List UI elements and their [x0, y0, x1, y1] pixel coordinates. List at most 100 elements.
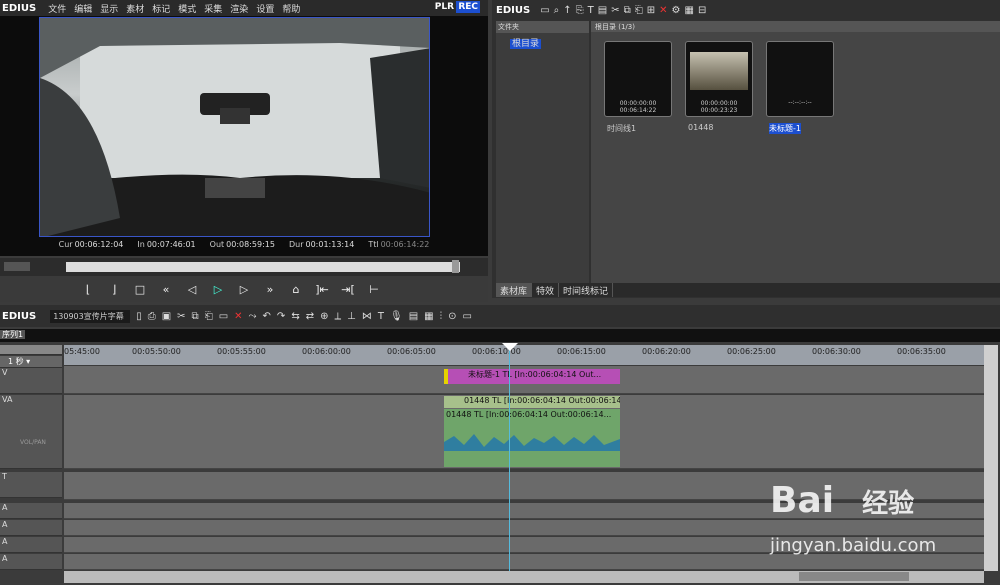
title-clip[interactable]: 未标题-1 TL [In:00:06:04:14 Out... — [444, 369, 620, 384]
menu-edit[interactable]: 编辑 — [70, 2, 96, 15]
set-in-out-icon[interactable]: ⇆ — [291, 311, 299, 322]
menu-view[interactable]: 显示 — [96, 2, 122, 15]
playhead-marker[interactable] — [502, 343, 518, 351]
title-icon[interactable]: T — [378, 311, 384, 322]
menu-capture[interactable]: 采集 — [200, 2, 226, 15]
plr-toggle[interactable]: PLR — [435, 2, 454, 12]
track-header-a3[interactable]: A — [0, 537, 62, 553]
stop-icon[interactable]: □ — [130, 283, 150, 296]
paste-icon[interactable]: ⎗ — [205, 311, 213, 322]
rewind-icon[interactable]: « — [156, 283, 176, 296]
track-header-v[interactable]: V — [0, 368, 62, 394]
jog-handle[interactable] — [4, 262, 30, 271]
add-to-timeline-icon[interactable]: ⊞ — [647, 5, 655, 16]
menu-file[interactable]: 文件 — [44, 2, 70, 15]
track-a2[interactable] — [64, 520, 984, 536]
horizontal-scrollbar[interactable] — [64, 571, 984, 583]
properties-icon[interactable]: ⚙ — [672, 5, 681, 16]
seek-bar[interactable] — [66, 262, 460, 272]
menu-mode[interactable]: 模式 — [174, 2, 200, 15]
seek-handle[interactable] — [452, 260, 459, 273]
tab-library[interactable]: 素材库 — [496, 283, 533, 297]
microphone-icon[interactable]: 🎙 — [390, 311, 403, 322]
menu-marker[interactable]: 标记 — [148, 2, 174, 15]
video-clip[interactable]: 01448 TL [In:00:06:04:14 Out:00:06:14... — [444, 396, 620, 408]
search-icon[interactable]: ⌕ — [554, 5, 560, 16]
cut-icon[interactable]: ✂ — [177, 311, 185, 322]
scale-selector[interactable]: 1 秒 ▾ — [0, 356, 62, 368]
folder-header: 文件夹 — [496, 21, 589, 33]
up-icon[interactable]: ↑ — [563, 5, 571, 16]
tab-effects[interactable]: 特效 — [532, 283, 560, 297]
razor-icon[interactable]: ⟂ — [334, 311, 341, 322]
play-icon[interactable]: ▷ — [208, 283, 228, 296]
paste-icon[interactable]: ⎗ — [635, 5, 643, 16]
clip-tc: 00:00:00:00 00:00:23:23 — [700, 100, 738, 114]
ripple-delete-icon[interactable]: ⤳ — [249, 311, 257, 322]
loop-icon[interactable]: ⌂ — [286, 283, 306, 296]
insert-icon[interactable]: ]⇤ — [312, 283, 332, 296]
playhead-line[interactable] — [509, 345, 510, 571]
scroll-thumb[interactable] — [799, 572, 909, 581]
overwrite-icon[interactable]: ⇥[ — [338, 283, 358, 296]
track-header-a2[interactable]: A — [0, 520, 62, 536]
vol-pan-label: VOL/PAN — [20, 439, 46, 446]
root-folder[interactable]: 根目录 — [510, 36, 589, 49]
clip-thumb-video[interactable]: 00:00:00:00 00:00:23:23 — [685, 41, 753, 117]
playback-slider[interactable] — [0, 258, 488, 276]
track-header-va[interactable]: VA VOL/PAN — [0, 395, 62, 469]
group-icon[interactable]: ⊕ — [320, 311, 328, 322]
undo-icon[interactable]: ↶ — [263, 311, 271, 322]
track-header-a1[interactable]: A — [0, 503, 62, 519]
record-icon[interactable]: ⊙ — [448, 311, 456, 322]
copy-icon[interactable]: ⧉ — [624, 5, 631, 16]
mark-out-icon[interactable]: ⌋ — [104, 283, 124, 296]
step-forward-icon[interactable]: ▷ — [234, 283, 254, 296]
menu-help[interactable]: 帮助 — [278, 2, 304, 15]
menu-clip[interactable]: 素材 — [122, 2, 148, 15]
fast-forward-icon[interactable]: » — [260, 283, 280, 296]
copy-icon[interactable]: ⧉ — [192, 311, 199, 322]
track-header-a4[interactable]: A — [0, 554, 62, 570]
bag-icon[interactable]: ⊟ — [698, 5, 706, 16]
track-header-t[interactable]: T — [0, 472, 62, 498]
replace-icon[interactable]: ▭ — [219, 311, 228, 322]
delete-icon[interactable]: ✕ — [234, 311, 242, 322]
render-icon[interactable]: ▦ — [424, 311, 433, 322]
cut-icon[interactable]: ✂ — [611, 5, 619, 16]
clip-thumb-timeline[interactable]: 00:00:00:00 00:06:14:22 — [604, 41, 672, 117]
ruler-tick: 00:06:05:00 — [387, 347, 436, 356]
redo-icon[interactable]: ↷ — [277, 311, 285, 322]
vertical-scrollbar[interactable] — [984, 345, 998, 571]
ruler-tick: 00:06:35:00 — [897, 347, 946, 356]
marker-icon[interactable]: ⊥ — [347, 311, 356, 322]
mixer-icon[interactable]: ⫶ — [440, 311, 443, 322]
track-a4[interactable] — [64, 554, 984, 570]
link-icon[interactable]: ⋈ — [362, 311, 372, 322]
title-icon[interactable]: T — [588, 5, 594, 16]
tab-markers[interactable]: 时间线标记 — [559, 283, 614, 297]
export-icon[interactable]: ▭ — [462, 311, 471, 322]
snapshot-icon[interactable]: ▤ — [409, 311, 418, 322]
tab-sequence[interactable]: 序列1 — [0, 330, 26, 339]
color-bar-icon[interactable]: ▤ — [598, 5, 607, 16]
clip-thumb-title[interactable]: --:--:--:-- — [766, 41, 834, 117]
save-icon[interactable]: ▣ — [162, 311, 171, 322]
new-icon[interactable]: ▯ — [136, 311, 142, 322]
menu-render[interactable]: 渲染 — [226, 2, 252, 15]
sync-icon[interactable]: ⇄ — [306, 311, 314, 322]
menu-settings[interactable]: 设置 — [252, 2, 278, 15]
audio-clip[interactable]: 01448 TL [In:00:06:04:14 Out:00:06:14... — [444, 409, 620, 467]
split-icon[interactable]: ⊢ — [364, 283, 384, 296]
mark-in-icon[interactable]: ⌊ — [78, 283, 98, 296]
import-icon[interactable]: ⎘ — [576, 5, 584, 16]
folder-icon[interactable]: ▭ — [540, 5, 549, 16]
rec-toggle[interactable]: REC — [456, 1, 480, 13]
view-icon[interactable]: ▦ — [684, 5, 693, 16]
step-back-icon[interactable]: ◁ — [182, 283, 202, 296]
open-icon[interactable]: ⎙ — [148, 311, 156, 322]
timeline-ruler[interactable]: 05:45:00 00:05:50:00 00:05:55:00 00:06:0… — [64, 345, 984, 365]
clip-area: 根目录 (1/3) 00:00:00:00 00:06:14:22 时间线1 0… — [591, 21, 1000, 283]
delete-icon[interactable]: ✕ — [659, 5, 667, 16]
ruler-tick: 00:06:25:00 — [727, 347, 776, 356]
